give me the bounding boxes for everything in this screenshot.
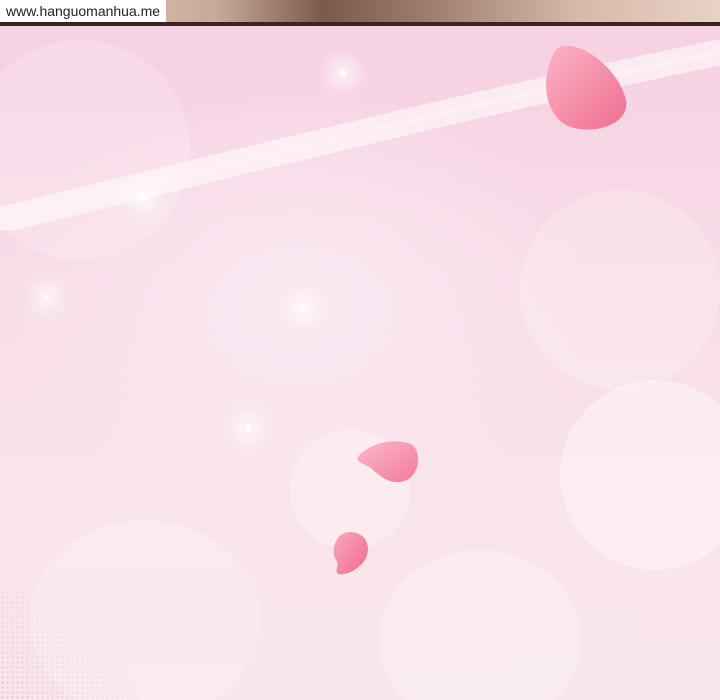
sparkle-icon bbox=[140, 195, 146, 201]
sparkle-icon bbox=[245, 425, 251, 431]
sparkle-icon bbox=[340, 70, 346, 76]
petal-icon bbox=[546, 45, 627, 130]
sparkle-icon bbox=[300, 305, 306, 311]
petal-icon bbox=[357, 441, 419, 483]
watermark-text: www.hanguomanhua.me bbox=[0, 0, 167, 22]
bokeh-circle bbox=[520, 190, 720, 390]
halftone-texture bbox=[0, 590, 140, 700]
bokeh-circle bbox=[560, 380, 720, 570]
comic-panel: www.hanguomanhua.me bbox=[0, 0, 720, 700]
bokeh-circle bbox=[380, 550, 580, 700]
petal-icon bbox=[333, 532, 369, 575]
sparkle-icon bbox=[45, 295, 49, 299]
